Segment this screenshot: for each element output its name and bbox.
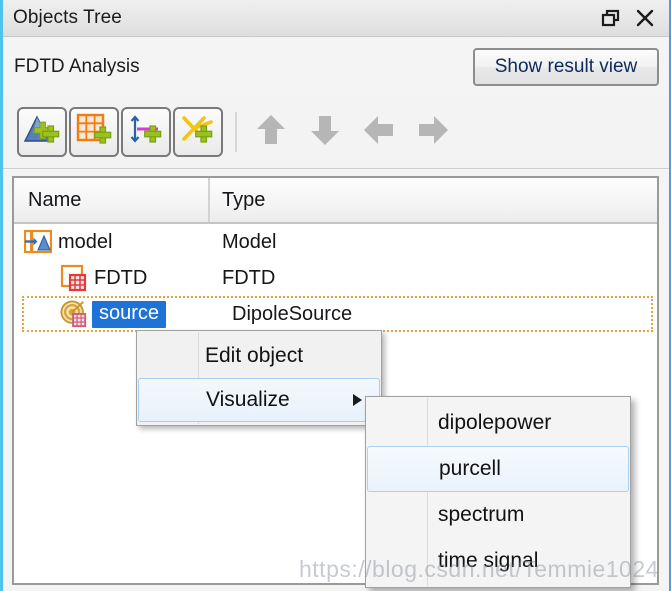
triangle-plus-icon xyxy=(23,113,60,152)
submenu-item-label: time signal xyxy=(438,549,539,572)
cross-plus-icon xyxy=(180,113,216,152)
grid-plus-icon xyxy=(76,113,112,152)
tree-node-type: DipoleSource xyxy=(232,302,353,325)
page-title: Objects Tree xyxy=(13,7,122,28)
move-left-button[interactable] xyxy=(357,110,401,154)
tree-node-source[interactable]: source xyxy=(24,298,220,330)
column-header-name[interactable]: Name xyxy=(14,178,210,222)
model-icon xyxy=(24,228,52,256)
monitor-plus-icon xyxy=(128,113,164,152)
move-right-button[interactable] xyxy=(411,110,455,154)
arrow-down-icon xyxy=(306,111,344,154)
toolbar xyxy=(3,96,669,169)
submenu-item-time-signal[interactable]: time signal xyxy=(366,538,630,584)
fdtd-icon xyxy=(60,264,88,292)
arrow-up-icon xyxy=(252,111,290,154)
tree-node-model[interactable]: model xyxy=(14,224,210,260)
tree-node-label: FDTD xyxy=(94,266,148,289)
arrow-right-icon xyxy=(414,111,452,154)
table-row[interactable]: model Model xyxy=(14,224,657,260)
add-monitor-button[interactable] xyxy=(121,107,171,157)
titlebar: Objects Tree xyxy=(3,0,669,37)
submenu-item-label: purcell xyxy=(439,457,501,480)
tree-header-row: Name Type xyxy=(14,178,657,224)
submenu-item-purcell[interactable]: purcell xyxy=(367,446,629,492)
menu-item-label: Edit object xyxy=(205,344,304,367)
arrow-left-icon xyxy=(360,111,398,154)
toolbar-add-group xyxy=(17,107,223,157)
submenu-item-label: spectrum xyxy=(438,503,525,526)
visualize-submenu: dipolepower purcell spectrum time signal xyxy=(365,396,631,588)
objects-tree-panel: Objects Tree FDTD Analysis Show result v… xyxy=(0,0,671,591)
show-result-view-button[interactable]: Show result view xyxy=(473,47,659,86)
context-menu: Edit object Visualize xyxy=(136,330,382,426)
move-up-button[interactable] xyxy=(249,110,293,154)
submenu-item-label: dipolepower xyxy=(438,411,552,434)
submenu-item-spectrum[interactable]: spectrum xyxy=(366,492,630,538)
menu-item-label: Visualize xyxy=(206,388,290,411)
tree-node-label-selected: source xyxy=(92,300,167,328)
submenu-item-dipolepower[interactable]: dipolepower xyxy=(366,400,630,446)
chevron-right-icon xyxy=(353,394,362,406)
move-down-button[interactable] xyxy=(303,110,347,154)
restore-icon[interactable] xyxy=(601,8,621,28)
table-row[interactable]: FDTD FDTD xyxy=(14,260,657,296)
subheader: FDTD Analysis Show result view xyxy=(3,37,669,96)
column-header-type[interactable]: Type xyxy=(210,178,265,222)
add-analysis-button[interactable] xyxy=(173,107,223,157)
toolbar-separator xyxy=(235,112,237,152)
menu-item-visualize[interactable]: Visualize xyxy=(138,378,380,422)
add-mesh-button[interactable] xyxy=(69,107,119,157)
toolbar-arrow-group xyxy=(249,110,455,154)
tree-body: model Model FDTD FDTD source DipoleSourc… xyxy=(14,224,657,332)
close-icon[interactable] xyxy=(635,8,655,28)
dipole-icon xyxy=(60,300,88,328)
table-row[interactable]: source DipoleSource xyxy=(22,296,653,332)
add-structure-button[interactable] xyxy=(17,107,67,157)
tree-node-type: FDTD xyxy=(222,266,276,289)
tree-node-label: model xyxy=(58,230,113,253)
menu-item-edit-object[interactable]: Edit object xyxy=(137,334,381,378)
tree-node-type: Model xyxy=(222,230,277,253)
analysis-label: FDTD Analysis xyxy=(14,55,140,77)
titlebar-buttons xyxy=(601,8,655,28)
tree-node-fdtd[interactable]: FDTD xyxy=(14,260,210,296)
